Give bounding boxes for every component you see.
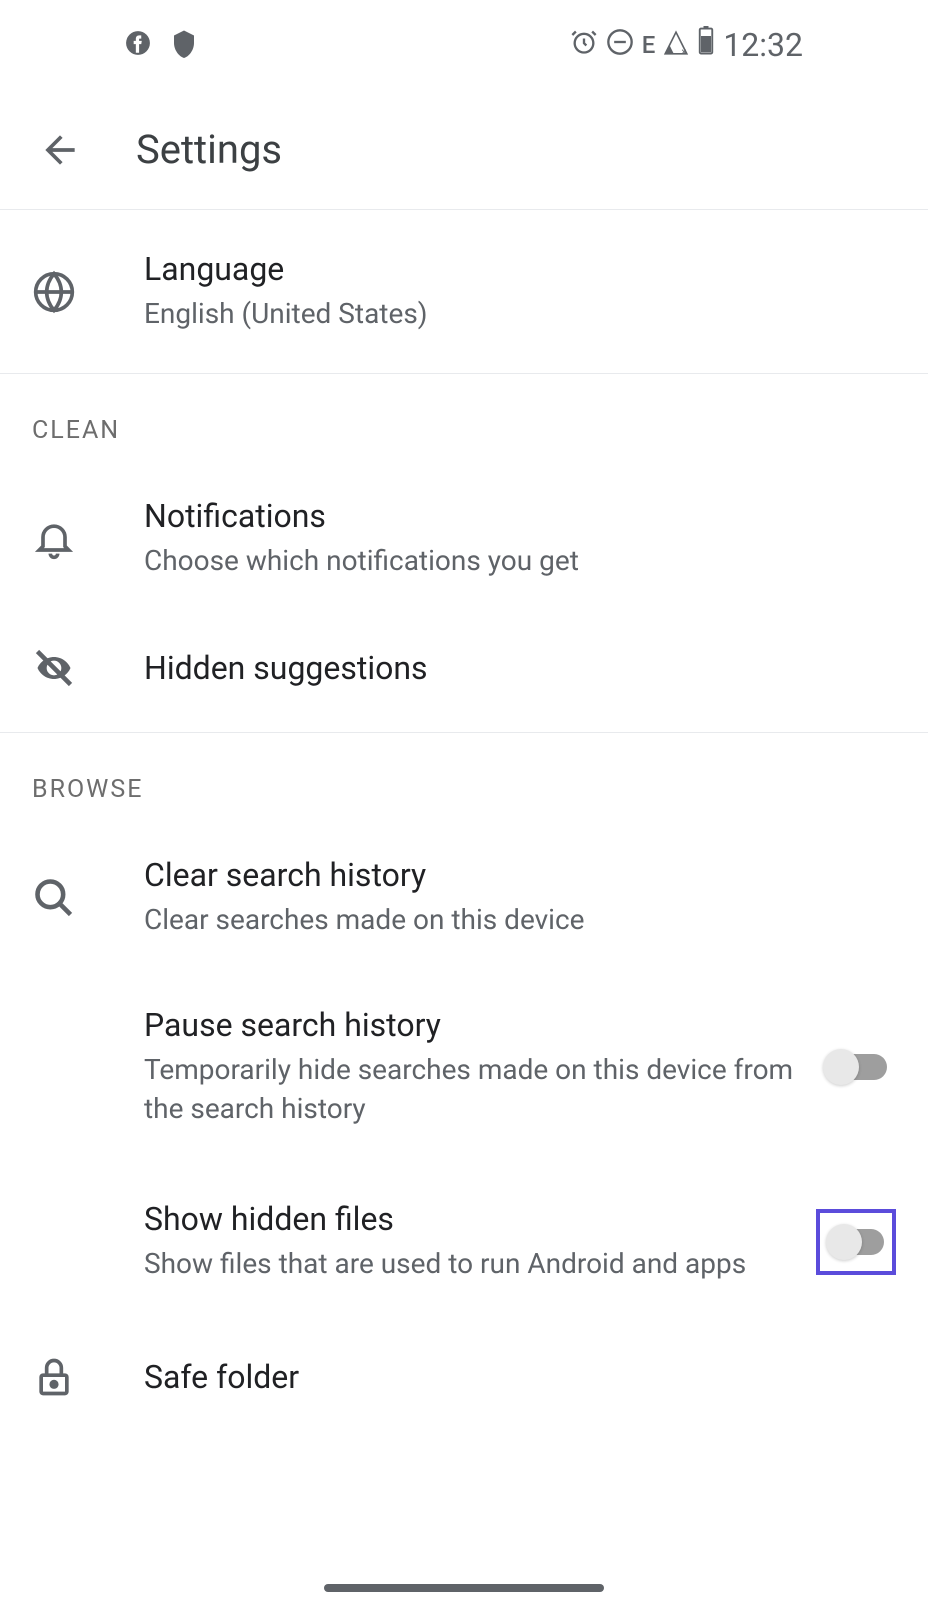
show-hidden-files-item[interactable]: Show hidden files Show files that are us… xyxy=(0,1164,928,1319)
facebook-icon xyxy=(125,30,151,60)
eye-off-icon xyxy=(32,646,76,690)
language-subtitle: English (United States) xyxy=(144,294,896,333)
hidden-suggestions-title: Hidden suggestions xyxy=(144,649,896,687)
show-hidden-title: Show hidden files xyxy=(144,1200,796,1238)
shield-icon xyxy=(169,28,199,62)
toolbar: Settings xyxy=(0,90,928,210)
bell-icon xyxy=(32,517,76,561)
safe-folder-item[interactable]: Safe folder xyxy=(0,1319,928,1419)
network-type: E xyxy=(642,31,656,59)
arrow-back-icon xyxy=(38,128,82,172)
do-not-disturb-icon xyxy=(606,26,634,64)
show-hidden-subtitle: Show files that are used to run Android … xyxy=(144,1244,796,1283)
navigation-bar[interactable] xyxy=(324,1584,604,1592)
notifications-item[interactable]: Notifications Choose which notifications… xyxy=(0,467,928,610)
back-button[interactable] xyxy=(34,124,86,176)
pause-search-subtitle: Temporarily hide searches made on this d… xyxy=(144,1050,796,1128)
pause-search-toggle[interactable] xyxy=(825,1054,887,1080)
hidden-suggestions-item[interactable]: Hidden suggestions xyxy=(0,610,928,733)
alarm-icon xyxy=(570,26,598,64)
status-bar: E × 12:32 xyxy=(0,0,928,90)
language-title: Language xyxy=(144,250,896,288)
language-item[interactable]: Language English (United States) xyxy=(0,210,928,374)
safe-folder-title: Safe folder xyxy=(144,1358,896,1396)
clear-search-subtitle: Clear searches made on this device xyxy=(144,900,896,939)
pause-search-item[interactable]: Pause search history Temporarily hide se… xyxy=(0,970,928,1164)
lock-icon xyxy=(32,1355,76,1399)
signal-icon: × xyxy=(663,26,689,64)
clean-section-header: CLEAN xyxy=(0,374,928,467)
clear-search-title: Clear search history xyxy=(144,856,896,894)
notifications-title: Notifications xyxy=(144,497,896,535)
svg-text:×: × xyxy=(682,47,687,56)
pause-search-title: Pause search history xyxy=(144,1006,796,1044)
battery-icon xyxy=(697,26,715,64)
clock-time: 12:32 xyxy=(723,26,803,64)
notifications-subtitle: Choose which notifications you get xyxy=(144,541,896,580)
show-hidden-toggle[interactable] xyxy=(828,1229,884,1255)
highlighted-toggle xyxy=(816,1209,896,1275)
browse-section-header: BROWSE xyxy=(0,733,928,826)
search-icon xyxy=(32,876,76,920)
settings-list: Language English (United States) CLEAN N… xyxy=(0,210,928,1419)
clear-search-item[interactable]: Clear search history Clear searches made… xyxy=(0,826,928,969)
globe-icon xyxy=(32,270,76,314)
page-title: Settings xyxy=(136,126,282,173)
